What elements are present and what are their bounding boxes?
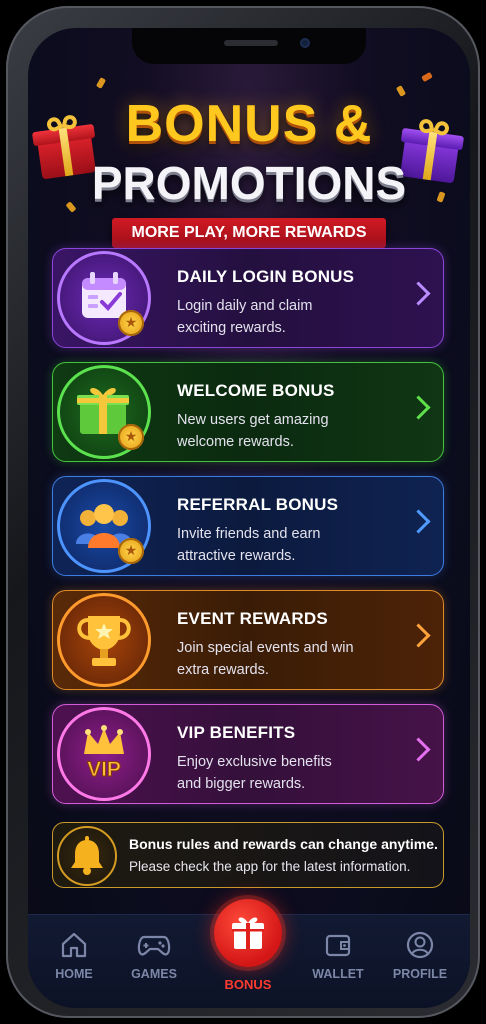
tagline-ribbon: MORE PLAY, MORE REWARDS [112, 218, 386, 248]
nav-label: PROFILE [392, 967, 448, 981]
notice-subtitle: Please check the app for the latest info… [129, 859, 411, 874]
welcome-bonus-card[interactable]: ★ WELCOME BONUS New users get amazing we… [52, 362, 444, 462]
gift-icon [232, 917, 264, 949]
notch [132, 28, 366, 64]
coin-icon: ★ [118, 310, 144, 336]
chevron-right-icon [406, 737, 431, 762]
home-icon [61, 932, 87, 958]
chevron-right-icon [406, 623, 431, 648]
notice-banner: Bonus rules and rewards can change anyti… [52, 822, 444, 888]
nav-label: HOME [55, 967, 93, 981]
bonus-list: ★ DAILY LOGIN BONUS Login daily and clai… [52, 248, 444, 818]
trophy-icon [57, 593, 151, 687]
gift-icon: ★ [57, 365, 151, 459]
calendar-check-icon: ★ [57, 251, 151, 345]
card-description: Login daily and claim exciting rewards. [177, 298, 313, 336]
card-title: REFERRAL BONUS [177, 495, 339, 514]
confetti [95, 77, 107, 89]
front-camera [300, 38, 310, 48]
confetti [421, 71, 433, 83]
card-description: New users get amazing welcome rewards. [177, 412, 329, 450]
page-subtitle: PROMOTIONS [91, 157, 407, 209]
wallet-icon [325, 934, 351, 957]
coin-icon: ★ [118, 424, 144, 450]
gamepad-icon [137, 935, 171, 956]
card-description: Invite friends and earn attractive rewar… [177, 526, 321, 564]
nav-bonus-label[interactable]: BONUS [204, 977, 292, 992]
chevron-right-icon [406, 281, 431, 306]
nav-games[interactable]: GAMES [118, 929, 190, 981]
card-title: EVENT REWARDS [177, 609, 328, 628]
page-title: BONUS & [125, 95, 373, 153]
speaker [224, 40, 278, 46]
referral-bonus-card[interactable]: ★ REFERRAL BONUS Invite friends and earn… [52, 476, 444, 576]
screen: BONUS & PROMOTIONS MORE PLAY, MORE REWAR… [28, 28, 470, 1008]
profile-icon [406, 931, 434, 959]
nav-label: WALLET [312, 967, 364, 981]
event-rewards-card[interactable]: EVENT REWARDS Join special events and wi… [52, 590, 444, 690]
card-title: WELCOME BONUS [177, 381, 335, 400]
nav-bonus-button[interactable] [214, 899, 282, 967]
crown-icon: VIP [57, 707, 151, 801]
header: BONUS & PROMOTIONS MORE PLAY, MORE REWAR… [28, 71, 470, 262]
notice-title: Bonus rules and rewards can change anyti… [129, 836, 438, 852]
card-description: Join special events and win extra reward… [177, 640, 354, 678]
nav-wallet[interactable]: WALLET [302, 929, 374, 981]
chevron-right-icon [406, 395, 431, 420]
nav-label: GAMES [131, 967, 177, 981]
nav-home[interactable]: HOME [38, 929, 110, 981]
vip-benefits-card[interactable]: VIP VIP BENEFITS Enjoy exclusive benefit… [52, 704, 444, 804]
nav-profile[interactable]: PROFILE [384, 929, 456, 981]
daily-login-bonus-card[interactable]: ★ DAILY LOGIN BONUS Login daily and clai… [52, 248, 444, 348]
people-icon: ★ [57, 479, 151, 573]
phone-frame: BONUS & PROMOTIONS MORE PLAY, MORE REWAR… [6, 6, 480, 1018]
coin-icon: ★ [118, 538, 144, 564]
bell-icon [57, 826, 117, 886]
card-title: DAILY LOGIN BONUS [177, 267, 355, 286]
card-description: Enjoy exclusive benefits and bigger rewa… [177, 754, 332, 792]
vip-text: VIP [87, 758, 121, 781]
bottom-nav: HOME GAMES BONUS WALLET PROFILE [28, 899, 470, 1008]
chevron-right-icon [406, 509, 431, 534]
card-title: VIP BENEFITS [177, 723, 296, 742]
